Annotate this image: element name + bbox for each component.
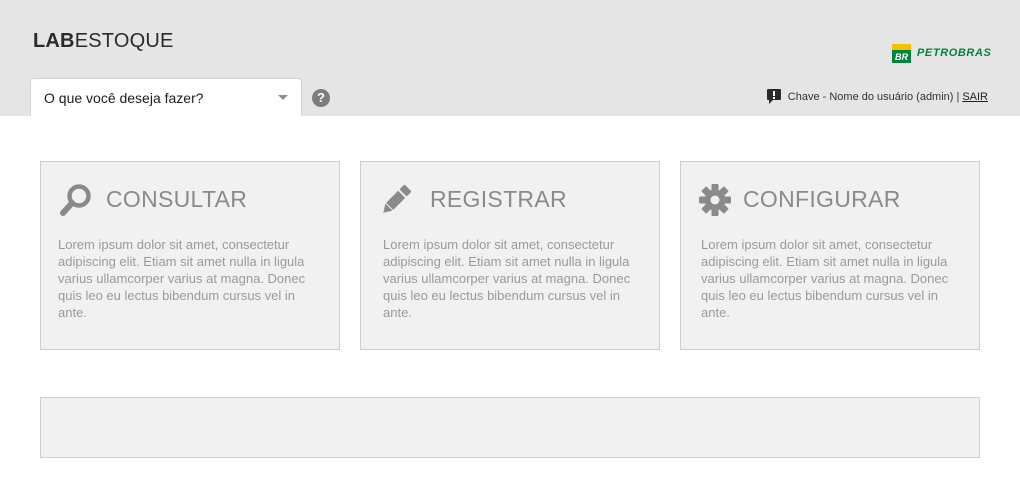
petrobras-mark-icon: BR [892, 43, 911, 63]
brand-mark-text: BR [895, 52, 908, 62]
app-header: LABESTOQUE BR PETROBRAS O que você desej… [0, 0, 1020, 116]
card-title: REGISTRAR [430, 186, 567, 212]
action-select-value: O que você deseja fazer? [44, 90, 204, 106]
card-title: CONFIGURAR [743, 186, 901, 212]
card-title: CONSULTAR [106, 186, 248, 212]
pencil-icon [383, 184, 412, 213]
help-button[interactable]: ? [312, 89, 330, 107]
search-icon [60, 184, 91, 216]
registrar-card[interactable]: REGISTRAR Lorem ipsum dolor sit amet, co… [360, 161, 660, 350]
card-description: Lorem ipsum dolor sit amet, consectetur … [58, 237, 306, 320]
brand-name: PETROBRAS [917, 47, 992, 59]
gear-icon [699, 184, 731, 216]
action-select[interactable]: O que você deseja fazer? [30, 78, 302, 116]
user-label: Chave - Nome do usuário (admin) [787, 90, 954, 103]
caret-down-icon [278, 95, 288, 100]
content-panel [40, 397, 980, 458]
user-separator: | [956, 90, 960, 103]
user-bar: Chave - Nome do usuário (admin) | SAIR [766, 89, 988, 104]
logout-link[interactable]: SAIR [962, 91, 988, 103]
card-description: Lorem ipsum dolor sit amet, consectetur … [701, 237, 949, 320]
petrobras-logo: BR PETROBRAS [892, 43, 991, 63]
app-logo[interactable]: LABESTOQUE [33, 30, 174, 52]
question-icon: ? [317, 90, 325, 105]
logo-light-text: ESTOQUE [74, 30, 174, 52]
configurar-card[interactable]: CONFIGURAR Lorem ipsum dolor sit amet, c… [680, 161, 980, 350]
logo-strong-text: LAB [33, 30, 75, 52]
consultar-card[interactable]: CONSULTAR Lorem ipsum dolor sit amet, co… [40, 161, 340, 350]
card-description: Lorem ipsum dolor sit amet, consectetur … [383, 237, 631, 320]
alert-speech-icon [766, 89, 781, 104]
